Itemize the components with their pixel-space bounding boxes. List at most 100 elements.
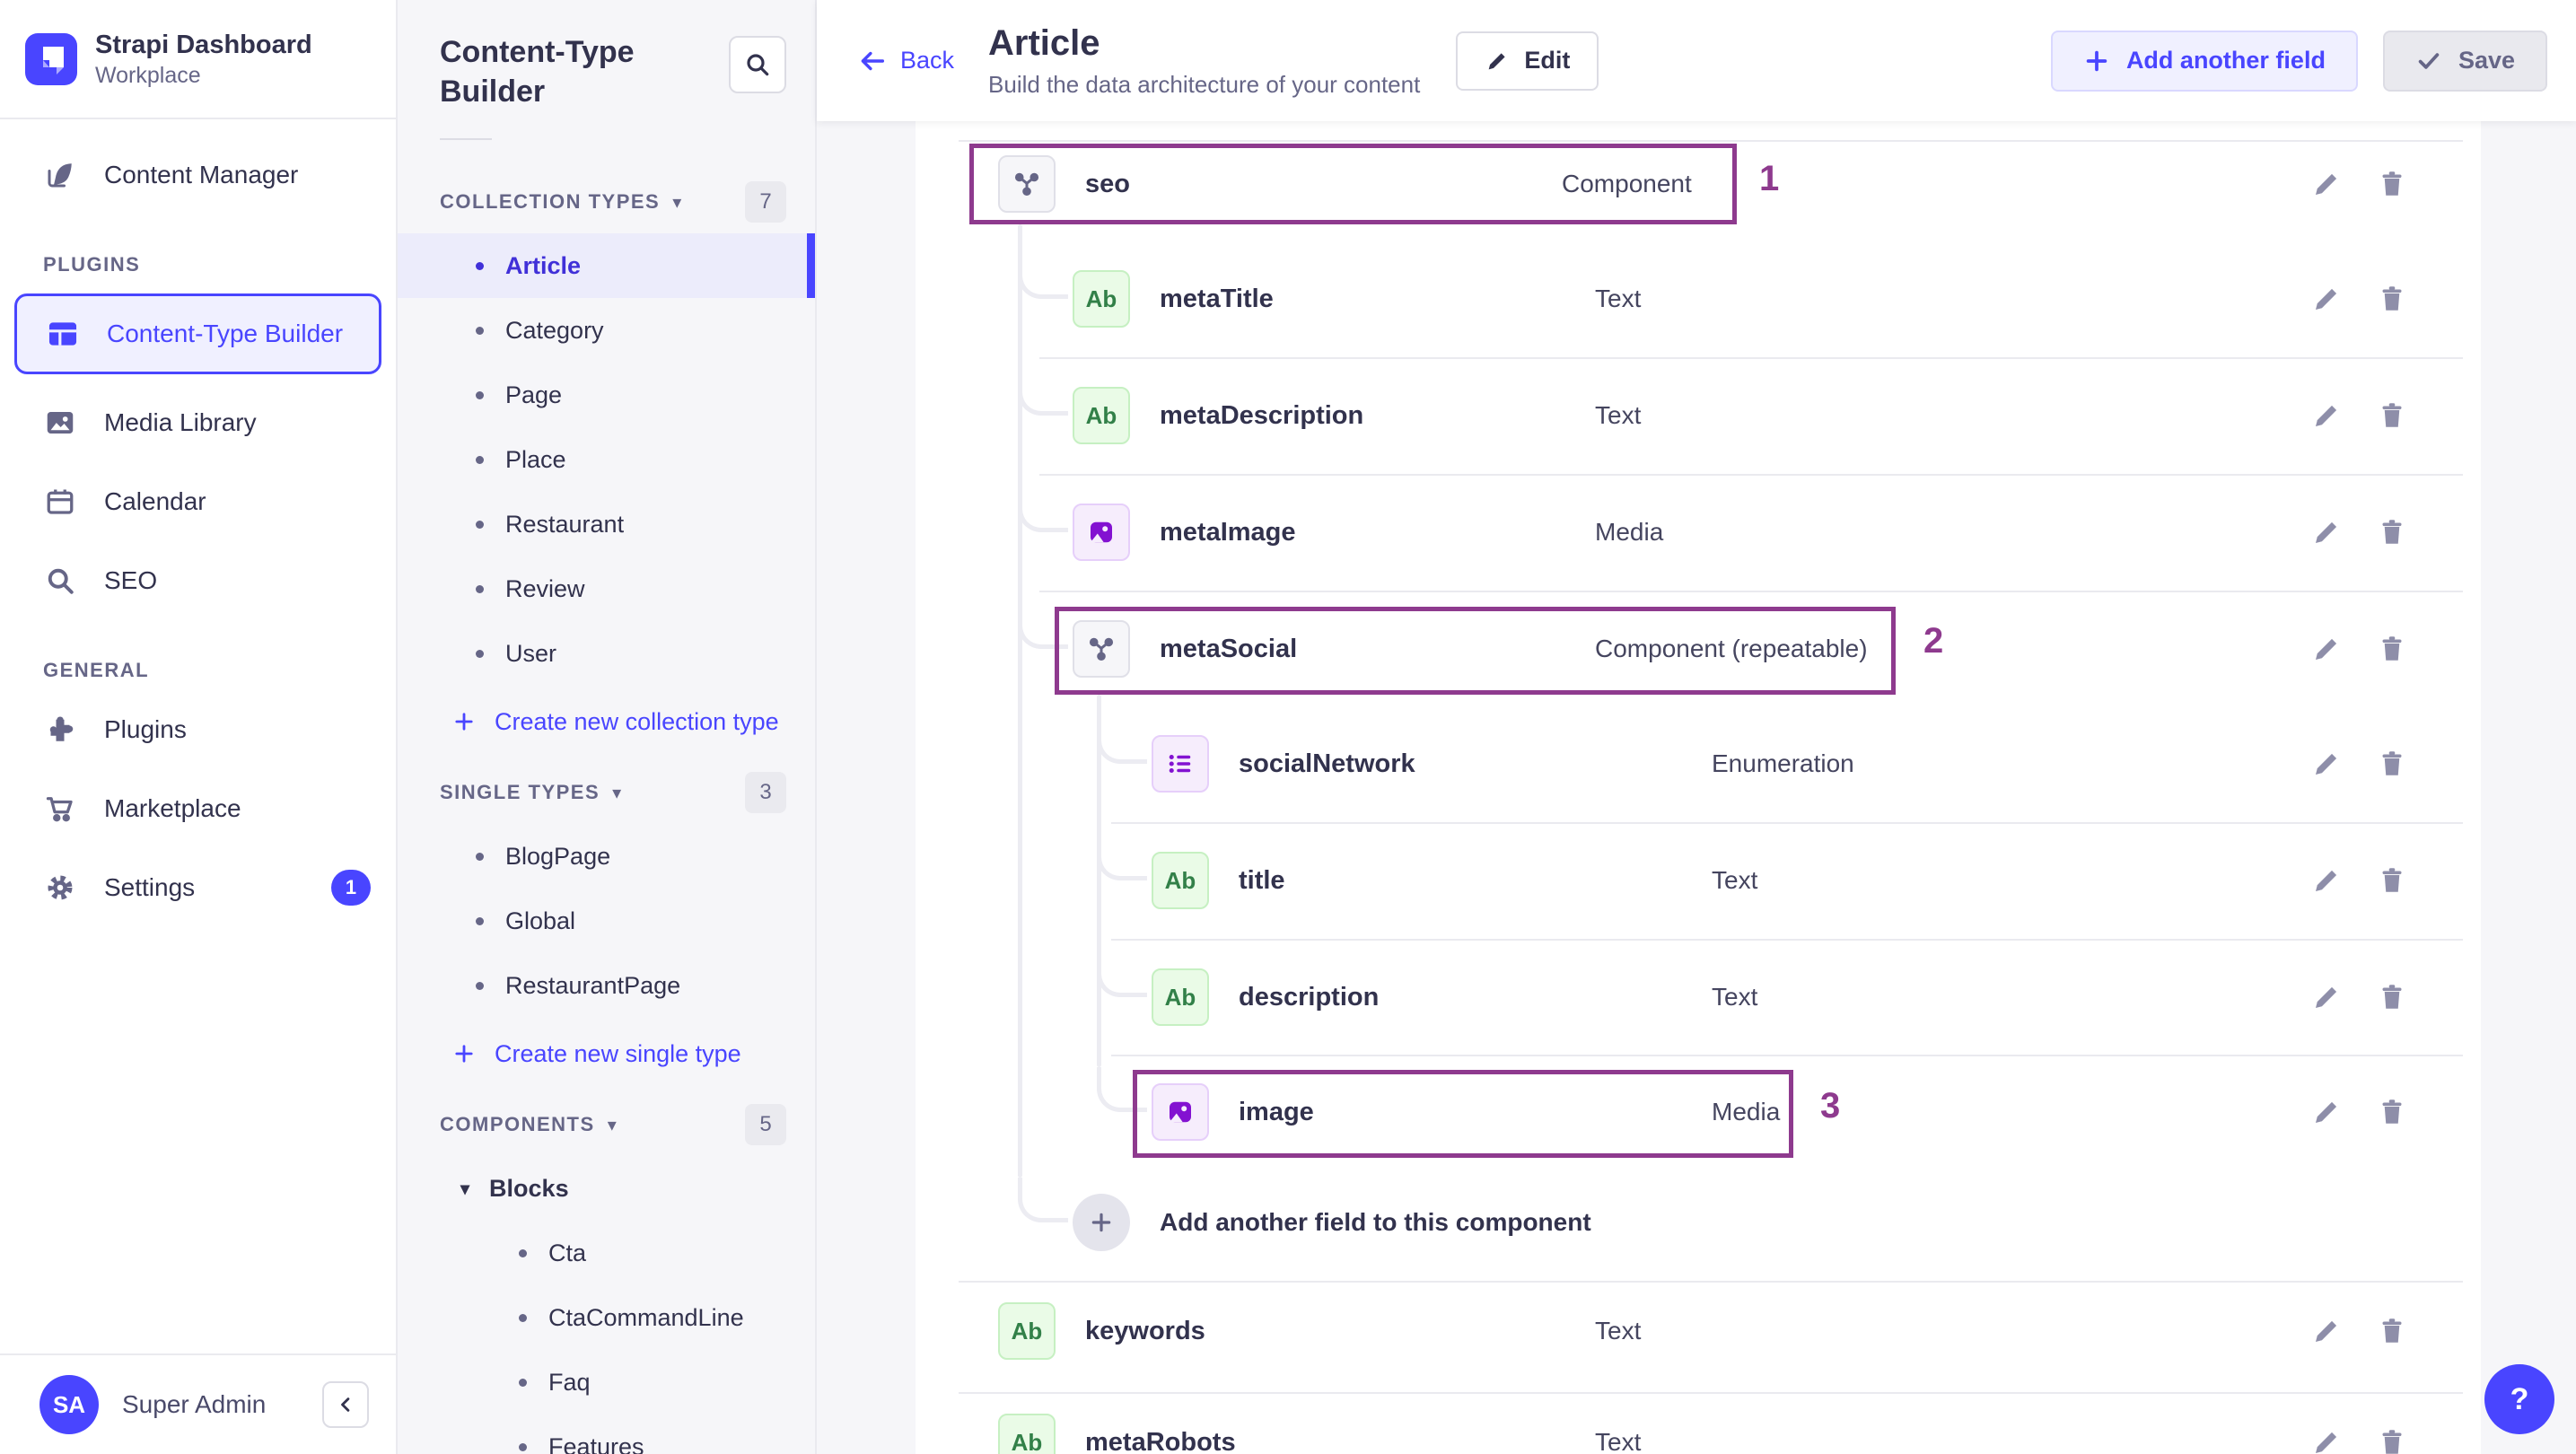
delete-field-button[interactable]	[2374, 166, 2410, 202]
delete-field-button[interactable]	[2374, 863, 2410, 898]
edit-field-button[interactable]	[2309, 166, 2344, 202]
text-field-icon: Ab	[1152, 852, 1209, 909]
content-type-builder-subnav: Content-Type Builder COLLECTION TYPES ▾ …	[398, 0, 817, 1454]
delete-field-button[interactable]	[2374, 979, 2410, 1015]
field-type: Media	[1595, 518, 1664, 546]
puzzle-icon	[43, 713, 77, 747]
subnav-item-label: Faq	[548, 1368, 591, 1396]
field-row-metatitle: Ab metaTitle Text	[916, 241, 2481, 357]
subnav-item-place[interactable]: Place	[398, 427, 815, 492]
subnav-item-features[interactable]: Features	[398, 1415, 815, 1454]
settings-notification-badge: 1	[331, 870, 371, 906]
delete-field-button[interactable]	[2374, 281, 2410, 317]
delete-field-button[interactable]	[2374, 1313, 2410, 1349]
subnav-item-faq[interactable]: Faq	[398, 1350, 815, 1415]
edit-button[interactable]: Edit	[1456, 31, 1599, 91]
calendar-icon	[43, 485, 77, 519]
sidebar-item-marketplace[interactable]: Marketplace	[0, 769, 396, 848]
component-icon	[998, 155, 1056, 213]
field-name: metaDescription	[1160, 400, 1364, 430]
edit-field-button[interactable]	[2309, 1313, 2344, 1349]
edit-field-button[interactable]	[2309, 281, 2344, 317]
edit-field-button[interactable]	[2309, 514, 2344, 550]
save-button[interactable]: Save	[2382, 30, 2547, 92]
subnav-item-cta[interactable]: Cta	[398, 1221, 815, 1285]
delete-field-button[interactable]	[2374, 746, 2410, 782]
field-name: metaRobots	[1085, 1427, 1236, 1454]
add-field-to-component-button[interactable]: Add another field to this component	[916, 1164, 2481, 1281]
sidebar-item-label: Plugins	[104, 715, 187, 743]
sidebar-item-plugins[interactable]: Plugins	[0, 690, 396, 769]
delete-field-button[interactable]	[2374, 631, 2410, 667]
edit-field-button[interactable]	[2309, 979, 2344, 1015]
subnav-item-review[interactable]: Review	[398, 556, 815, 621]
pencil-icon	[2316, 753, 2337, 775]
sidebar-item-seo[interactable]: SEO	[0, 541, 396, 620]
subnav-item-label: Global	[505, 907, 576, 934]
components-header[interactable]: COMPONENTS ▾ 5	[440, 1102, 786, 1147]
search-button[interactable]	[729, 36, 786, 93]
collection-types-header[interactable]: COLLECTION TYPES ▾ 7	[440, 180, 786, 224]
delete-field-button[interactable]	[2374, 1094, 2410, 1130]
subnav-item-blogpage[interactable]: BlogPage	[398, 824, 815, 889]
subnav-item-global[interactable]: Global	[398, 889, 815, 953]
edit-field-button[interactable]	[2309, 631, 2344, 667]
edit-field-button[interactable]	[2309, 1094, 2344, 1130]
create-collection-type-link[interactable]: Create new collection type	[398, 686, 815, 758]
delete-field-button[interactable]	[2374, 514, 2410, 550]
subnav-item-page[interactable]: Page	[398, 363, 815, 427]
subnav-item-category[interactable]: Category	[398, 298, 815, 363]
plus-circle-icon	[1073, 1194, 1130, 1251]
edit-field-button[interactable]	[2309, 746, 2344, 782]
subnav-item-restaurant[interactable]: Restaurant	[398, 492, 815, 556]
single-types-header[interactable]: SINGLE TYPES ▾ 3	[440, 770, 786, 815]
subnav-item-article[interactable]: Article	[398, 233, 815, 298]
chevron-down-icon: ▾	[612, 783, 622, 803]
trash-icon	[2382, 868, 2402, 892]
subnav-item-label: Cta	[548, 1239, 587, 1266]
sidebar-item-media-library[interactable]: Media Library	[0, 383, 396, 462]
field-row-metarobots: Ab metaRobots Text	[916, 1384, 2481, 1454]
sidebar-item-calendar[interactable]: Calendar	[0, 462, 396, 541]
add-another-field-button[interactable]: Add another field	[2050, 30, 2358, 92]
sidebar-item-label: Content Manager	[104, 161, 299, 188]
chevron-down-icon: ▾	[607, 1115, 617, 1135]
bullet-icon	[519, 1442, 527, 1451]
edit-field-button[interactable]	[2309, 863, 2344, 898]
field-row-title: Ab title Text	[916, 822, 2481, 939]
delete-field-button[interactable]	[2374, 1424, 2410, 1454]
edit-field-button[interactable]	[2309, 398, 2344, 434]
delete-field-button[interactable]	[2374, 398, 2410, 434]
sidebar-item-content-manager[interactable]: Content Manager	[0, 136, 396, 215]
subnav-item-ctacommandline[interactable]: CtaCommandLine	[398, 1285, 815, 1350]
trash-icon	[2382, 1099, 2402, 1124]
back-button[interactable]: Back	[857, 46, 954, 76]
arrow-left-icon	[861, 51, 885, 70]
trash-icon	[2382, 985, 2402, 1009]
field-type: Component	[1562, 170, 1692, 197]
add-field-to-component-label: Add another field to this component	[1160, 1208, 1591, 1236]
annotation-number-1: 1	[1759, 159, 1780, 198]
create-single-type-link[interactable]: Create new single type	[398, 1018, 815, 1090]
trash-icon	[2382, 1318, 2402, 1343]
subnav-item-restaurantpage[interactable]: RestaurantPage	[398, 953, 815, 1018]
text-field-icon: Ab	[998, 1302, 1056, 1360]
trash-icon	[2382, 520, 2402, 544]
chevron-left-icon	[341, 1397, 350, 1412]
collapse-sidebar-button[interactable]	[322, 1381, 369, 1428]
workspace-name: Workplace	[95, 62, 201, 88]
help-button[interactable]: ?	[2484, 1364, 2554, 1434]
subnav-item-label: BlogPage	[505, 842, 611, 870]
sidebar-item-settings[interactable]: Settings 1	[0, 848, 396, 927]
field-type: Text	[1595, 401, 1642, 429]
text-field-icon: Ab	[1073, 387, 1130, 444]
component-group-blocks[interactable]: ▾ Blocks	[398, 1156, 815, 1221]
bullet-icon	[519, 1248, 527, 1257]
subnav-item-user[interactable]: User	[398, 621, 815, 686]
field-name: metaSocial	[1160, 634, 1298, 663]
main-sidebar: Strapi Dashboard Workplace Content Manag…	[0, 0, 398, 1454]
media-field-icon	[1073, 504, 1130, 561]
sidebar-item-content-type-builder[interactable]: Content-Type Builder	[14, 293, 381, 374]
edit-field-button[interactable]	[2309, 1424, 2344, 1454]
section-label: COLLECTION TYPES	[440, 190, 661, 213]
